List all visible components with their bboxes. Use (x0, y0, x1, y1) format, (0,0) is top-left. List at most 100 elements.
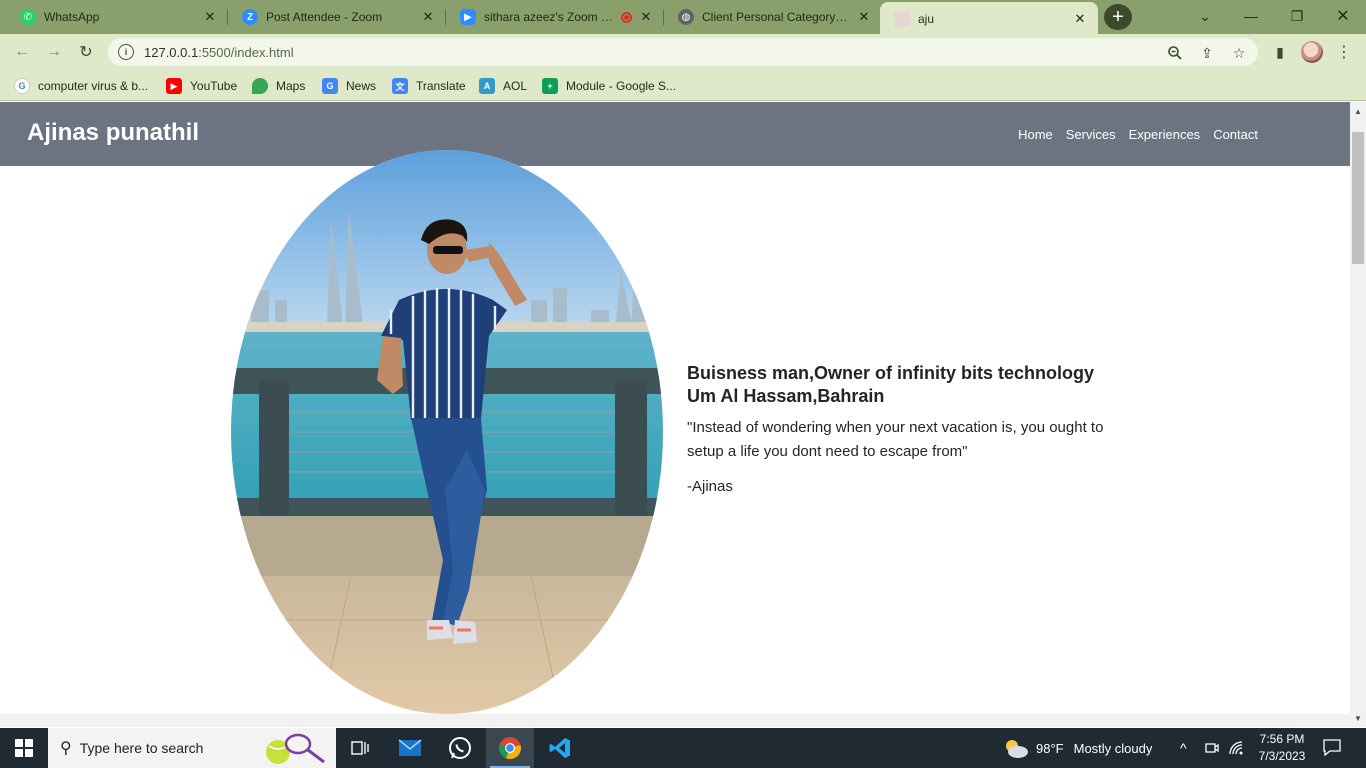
nav-link-contact[interactable]: Contact (1213, 127, 1258, 142)
bookmark-label: News (346, 79, 377, 93)
minimize-button[interactable]: — (1228, 0, 1274, 32)
vscode-taskbar-icon[interactable] (536, 728, 584, 768)
vertical-scrollbar[interactable]: ▲ ▼ (1350, 102, 1366, 727)
bookmark-youtube[interactable]: ▶ YouTube (166, 76, 237, 96)
nav-link-experiences[interactable]: Experiences (1129, 127, 1201, 142)
site-navbar: Ajinas punathil Home Services Experience… (0, 102, 1350, 166)
url-text[interactable]: 127.0.0.1:5500/index.html (144, 45, 294, 60)
windows-logo-icon (15, 739, 33, 757)
url-host: 127.0.0.1 (144, 44, 199, 60)
menu-kebab-icon[interactable]: ⋮ (1334, 42, 1354, 62)
new-tab-button[interactable]: + (1104, 4, 1132, 30)
scrollbar-thumb[interactable] (1352, 132, 1364, 264)
tab-title: WhatsApp (44, 10, 100, 24)
system-clock[interactable]: 7:56 PM 7/3/2023 (1252, 731, 1312, 765)
close-icon[interactable]: ✕ (202, 9, 218, 25)
bio-headline: Buisness man,Owner of infinity bits tech… (687, 362, 1127, 408)
info-icon[interactable]: i (118, 44, 134, 60)
show-hidden-icons-chevron-icon[interactable]: ^ (1180, 728, 1187, 768)
globe-icon: ◍ (678, 9, 694, 25)
cloudy-weather-icon (1006, 740, 1028, 758)
bookmark-label: computer virus & b... (38, 79, 149, 93)
aol-icon: A (479, 78, 495, 94)
address-bar[interactable]: i 127.0.0.1:5500/index.html ⇪ ☆ (108, 38, 1258, 66)
tab-title: aju (918, 12, 935, 26)
bookmarks-bar: G computer virus & b... ▶ YouTube Maps G… (0, 70, 1366, 101)
tab-aju[interactable]: aju ✕ (880, 2, 1098, 36)
side-panel-icon[interactable]: ▮ (1270, 42, 1290, 62)
close-icon[interactable]: ✕ (1072, 11, 1088, 27)
bookmark-aol[interactable]: A AOL (479, 76, 527, 96)
weather-widget[interactable]: 98°F Mostly cloudy (1002, 728, 1152, 768)
zoom-video-icon: ▶ (460, 9, 476, 25)
page-thumbnail-icon (894, 11, 910, 27)
task-view-icon[interactable] (336, 728, 384, 768)
headline-location: Um Al Hassam,Bahrain (687, 386, 885, 406)
nav-link-services[interactable]: Services (1066, 127, 1116, 142)
zoom-icon[interactable] (1166, 44, 1184, 62)
bookmark-label: Translate (416, 79, 466, 93)
reload-button[interactable]: ↻ (74, 40, 98, 64)
headline-title: Buisness man,Owner of infinity bits tech… (687, 363, 1095, 383)
bookmark-label: YouTube (190, 79, 238, 93)
close-icon[interactable]: ✕ (856, 9, 872, 25)
tennis-racket-icon (266, 733, 325, 764)
translate-icon: 文 (392, 78, 408, 94)
mail-icon[interactable] (386, 728, 434, 768)
profile-avatar[interactable] (1301, 41, 1323, 63)
bookmark-module[interactable]: + Module - Google S... (542, 76, 676, 96)
nav-link-home[interactable]: Home (1018, 127, 1053, 142)
whatsapp-taskbar-icon[interactable] (436, 728, 484, 768)
weather-description: Mostly cloudy (1073, 740, 1153, 756)
recording-icon (621, 11, 632, 23)
profile-photo (231, 150, 663, 714)
site-brand[interactable]: Ajinas punathil (27, 119, 199, 147)
bookmark-maps[interactable]: Maps (252, 76, 305, 96)
browser-toolbar: ← → ↻ i 127.0.0.1:5500/index.html ⇪ ☆ ▮ … (0, 34, 1366, 70)
back-button[interactable]: ← (10, 40, 34, 64)
scroll-down-arrow-icon[interactable]: ▼ (1350, 711, 1366, 725)
bio-signature: -Ajinas (687, 478, 733, 495)
bookmark-translate[interactable]: 文 Translate (392, 76, 466, 96)
site-nav-links: Home Services Experiences Contact (1018, 127, 1258, 142)
clock-date: 7/3/2023 (1258, 749, 1306, 763)
tab-zoom-meeting[interactable]: ▶ sithara azeez's Zoom Me ✕ (446, 0, 664, 34)
tab-search-icon[interactable]: ⌄ (1182, 0, 1228, 32)
close-icon[interactable]: ✕ (638, 9, 654, 25)
close-icon[interactable]: ✕ (420, 9, 436, 25)
notifications-icon[interactable] (1322, 738, 1342, 757)
bookmark-news[interactable]: G News (322, 76, 376, 96)
share-icon[interactable]: ⇪ (1198, 44, 1216, 62)
bookmark-star-icon[interactable]: ☆ (1230, 44, 1248, 62)
search-placeholder: Type here to search (79, 740, 204, 756)
news-icon: G (322, 78, 338, 94)
chrome-taskbar-icon[interactable] (486, 728, 534, 768)
close-window-button[interactable]: ✕ (1320, 0, 1366, 32)
bookmark-computer-virus[interactable]: G computer virus & b... (14, 76, 148, 96)
restore-button[interactable]: ❐ (1274, 0, 1320, 32)
maps-icon (252, 78, 268, 94)
horizontal-scrollbar[interactable] (0, 714, 1350, 727)
network-icon[interactable] (1228, 728, 1246, 768)
zoom-icon: Z (242, 9, 258, 25)
tab-whatsapp[interactable]: ✆ WhatsApp ✕ (6, 0, 228, 34)
url-path: :5500/index.html (198, 44, 294, 60)
youtube-icon: ▶ (166, 78, 182, 94)
start-button[interactable] (0, 728, 48, 768)
tab-zoom-attendee[interactable]: Z Post Attendee - Zoom ✕ (228, 0, 446, 34)
bio-section: Buisness man,Owner of infinity bits tech… (687, 362, 1127, 495)
tab-title: sithara azeez's Zoom Me (484, 10, 617, 24)
tab-client-category[interactable]: ◍ Client Personal Category Flat ✕ (664, 0, 882, 34)
clock-time: 7:56 PM (1259, 732, 1305, 746)
meet-now-icon[interactable] (1204, 728, 1220, 768)
scroll-up-arrow-icon[interactable]: ▲ (1350, 104, 1366, 118)
profile-photo-illustration (231, 150, 663, 714)
forward-button[interactable]: → (42, 40, 66, 64)
taskbar-search-box[interactable]: ⚲ Type here to search (48, 728, 336, 768)
weather-temperature: 98°F (1036, 740, 1064, 756)
tab-title: Client Personal Category Flat (702, 10, 850, 24)
search-icon: ⚲ (60, 740, 72, 757)
sheets-icon: + (542, 78, 558, 94)
bookmark-label: Maps (276, 79, 306, 93)
google-icon: G (14, 78, 30, 94)
